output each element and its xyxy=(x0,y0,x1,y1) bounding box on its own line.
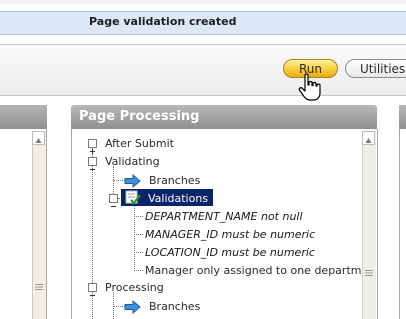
minus-icon xyxy=(90,169,95,170)
validation-item[interactable]: Manager only assigned to one departme xyxy=(145,264,362,277)
panel-title: Page Processing xyxy=(79,109,200,124)
collapse-toggle[interactable] xyxy=(109,194,118,207)
right-panel xyxy=(399,129,406,319)
minus-icon xyxy=(111,206,116,207)
scroll-up-button[interactable] xyxy=(362,131,375,145)
plus-icon xyxy=(90,149,95,154)
validation-item[interactable]: DEPARTMENT_NAME not null xyxy=(145,210,303,223)
expand-toggle[interactable] xyxy=(88,139,97,154)
tree-line xyxy=(134,202,135,271)
validation-check-icon xyxy=(125,190,141,205)
tree-node-after-submit[interactable]: After Submit xyxy=(105,137,174,150)
tree-node-branches[interactable]: Branches xyxy=(149,174,200,187)
validation-item[interactable]: MANAGER_ID must be numeric xyxy=(145,228,315,241)
tree-line xyxy=(134,252,143,253)
hand-pointer-icon xyxy=(296,73,328,103)
arrow-right-icon xyxy=(124,299,141,315)
scroll-up-arrow-icon xyxy=(365,138,372,143)
tree-line xyxy=(134,270,143,271)
tree-node-validations[interactable]: Validations xyxy=(148,192,208,205)
collapse-toggle[interactable] xyxy=(88,283,97,296)
tree-line xyxy=(134,234,143,235)
scroll-grip-icon xyxy=(365,262,373,276)
tree-line xyxy=(134,216,143,217)
notification-message: Page validation created xyxy=(89,15,237,28)
minus-icon xyxy=(90,295,95,296)
scroll-up-arrow-icon xyxy=(35,138,42,143)
top-strip xyxy=(0,0,406,4)
left-panel-header xyxy=(0,105,47,129)
left-scroll-up-button[interactable] xyxy=(32,131,45,145)
validation-item[interactable]: LOCATION_ID must be numeric xyxy=(145,246,315,259)
utilities-button[interactable]: Utilities xyxy=(345,59,406,78)
collapse-toggle[interactable] xyxy=(88,157,97,170)
vertical-scrollbar[interactable] xyxy=(362,131,376,319)
right-panel-header xyxy=(399,105,406,129)
arrow-right-icon xyxy=(124,173,141,189)
tree-node-validating[interactable]: Validating xyxy=(105,155,160,168)
left-scroll-grip-icon xyxy=(35,276,43,290)
tree-node-branches[interactable]: Branches xyxy=(149,300,200,313)
tree-node-processing[interactable]: Processing xyxy=(105,281,164,294)
